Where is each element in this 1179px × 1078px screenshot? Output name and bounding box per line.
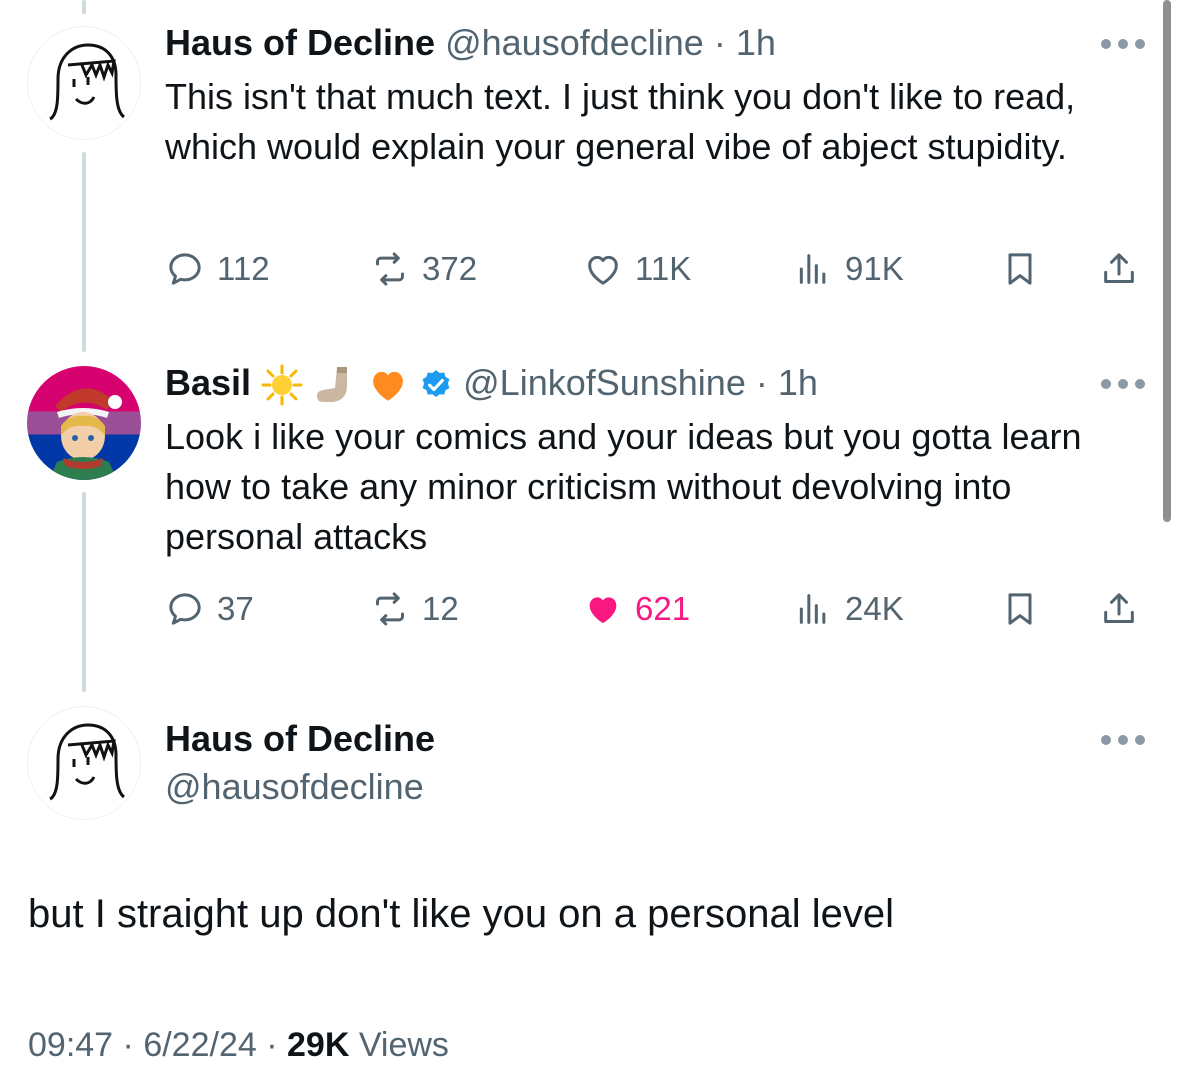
more-icon[interactable] [1101, 378, 1145, 390]
tweet-time[interactable]: 09:47 [28, 1026, 113, 1064]
reply-button[interactable]: 112 [165, 247, 270, 291]
thread-line-top [82, 0, 86, 14]
thread-line-2 [82, 492, 86, 692]
share-button[interactable] [1099, 247, 1139, 291]
views-icon [799, 254, 826, 284]
reply-icon [169, 593, 201, 625]
repost-icon [376, 252, 404, 286]
avatar[interactable] [27, 366, 141, 480]
author-name[interactable]: Haus of Decline [165, 718, 435, 760]
repost-count: 12 [422, 590, 459, 627]
views-button[interactable]: 91K [793, 247, 904, 291]
reply-icon [169, 253, 201, 285]
main-tweet-text: but I straight up don't like you on a pe… [28, 892, 894, 936]
views-icon [799, 594, 826, 624]
bookmark-button[interactable] [1000, 247, 1040, 291]
tweet-text: This isn't that much text. I just think … [165, 76, 1076, 167]
sun-emoji-icon [261, 364, 303, 406]
like-icon [588, 255, 618, 285]
avatar-character-icon [49, 388, 122, 480]
bookmark-icon [1008, 593, 1032, 625]
views-count: 24K [845, 590, 904, 627]
repost-button[interactable]: 372 [370, 247, 477, 291]
repost-count: 372 [422, 250, 478, 287]
share-icon [1104, 593, 1134, 623]
repost-button[interactable]: 12 [370, 587, 459, 631]
tweet-timestamp[interactable]: 09:47 · 6/22/24 · 29K Views [28, 1026, 449, 1065]
scrollbar[interactable] [1163, 0, 1171, 522]
reply-count: 37 [217, 590, 254, 627]
avatar-drawing-icon [49, 723, 126, 801]
share-icon [1104, 253, 1134, 283]
avatar[interactable] [27, 706, 141, 820]
like-count: 11K [635, 250, 692, 287]
tweet-actions: 37 12 621 24K [165, 587, 1145, 631]
more-icon[interactable] [1101, 734, 1145, 746]
more-icon[interactable] [1101, 38, 1145, 50]
avatar-drawing-icon [49, 43, 126, 121]
like-count: 621 [635, 590, 691, 627]
sock-emoji-icon [317, 367, 348, 403]
author-handle[interactable]: @hausofdecline [445, 22, 704, 63]
views-count[interactable]: 29K [287, 1026, 349, 1064]
tweet-time[interactable]: · 1h [714, 22, 776, 63]
author-name-text[interactable]: Haus of Decline [165, 22, 435, 63]
author-name[interactable]: Basil @LinkofSunshine · 1h [165, 362, 818, 406]
share-button[interactable] [1099, 587, 1139, 631]
tweet-actions: 112 372 11K 91K [165, 247, 1145, 291]
views-label: Views [358, 1026, 449, 1064]
author-name-text[interactable]: Basil [165, 362, 251, 403]
author-name[interactable]: Haus of Decline @hausofdecline · 1h [165, 22, 776, 64]
author-handle[interactable]: @LinkofSunshine [463, 362, 746, 403]
bookmark-button[interactable] [1000, 587, 1040, 631]
bookmark-icon [1008, 253, 1032, 285]
tweet-time[interactable]: · 1h [756, 362, 818, 403]
reply-count: 112 [217, 250, 270, 287]
repost-icon [376, 592, 404, 626]
views-button[interactable]: 24K [793, 587, 904, 631]
like-button[interactable]: 11K [583, 247, 691, 291]
verified-badge-icon [422, 370, 450, 398]
separator: · [266, 1026, 278, 1064]
reply-button[interactable]: 37 [165, 587, 254, 631]
thread-line-1 [82, 152, 86, 352]
views-count: 91K [845, 250, 904, 287]
author-handle[interactable]: @hausofdecline [165, 766, 424, 808]
orange-heart-emoji-icon [373, 372, 403, 402]
tweet-date[interactable]: 6/22/24 [143, 1026, 256, 1064]
tweet-text: Look i like your comics and your ideas b… [165, 416, 1082, 557]
like-button[interactable]: 621 [583, 587, 690, 631]
like-icon [589, 597, 617, 624]
separator: · [122, 1026, 134, 1064]
avatar[interactable] [27, 26, 141, 140]
